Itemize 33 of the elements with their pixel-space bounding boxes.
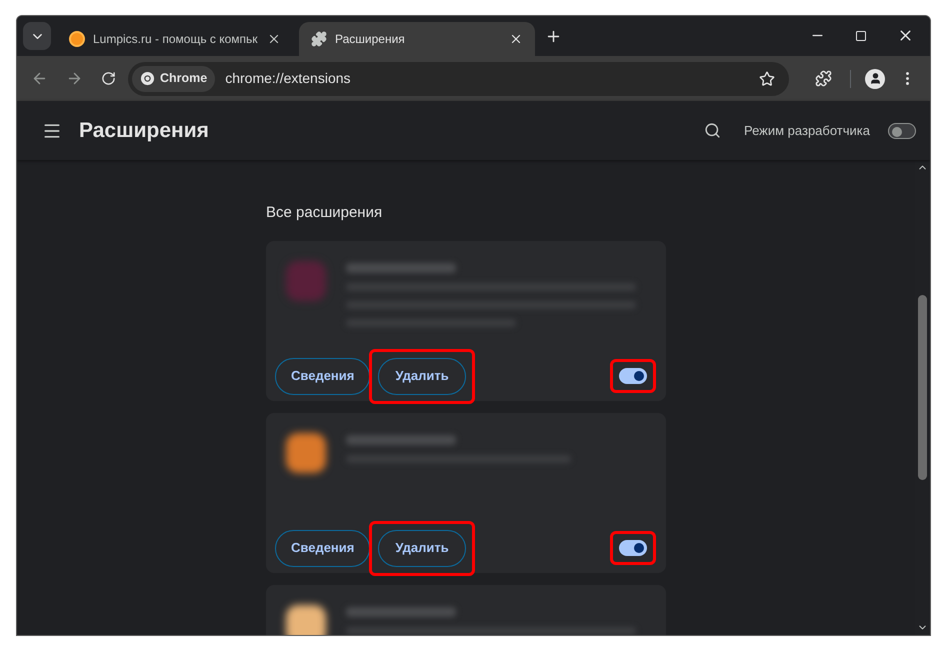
profile-avatar[interactable]: [865, 68, 885, 88]
bookmark-star-icon[interactable]: [759, 70, 775, 86]
extensions-icon[interactable]: [815, 70, 832, 87]
section-title: Все расширения: [266, 203, 384, 223]
site-chip[interactable]: Chrome: [132, 66, 216, 92]
puzzle-icon: [311, 31, 327, 47]
forward-icon[interactable]: [66, 70, 83, 87]
reload-icon[interactable]: [101, 71, 116, 86]
maximize-icon[interactable]: [855, 30, 867, 42]
browser-tab[interactable]: Расширения: [299, 22, 535, 56]
chrome-logo-icon: [140, 71, 155, 86]
url-text: chrome://extensions: [225, 69, 351, 88]
tab-title: Lumpics.ru - помощь с компьк: [93, 31, 259, 48]
details-button[interactable]: Сведения: [275, 530, 370, 566]
toggle-switch[interactable]: [619, 368, 647, 384]
close-icon[interactable]: [509, 32, 523, 46]
site-favicon: [69, 31, 85, 47]
tab-search-button[interactable]: [23, 22, 51, 50]
browser-tab[interactable]: Lumpics.ru - помощь с компьк: [57, 22, 293, 56]
toggle-switch[interactable]: [888, 122, 916, 138]
address-bar[interactable]: Chrome chrome://extensions: [128, 62, 789, 96]
page-title: Расширения: [79, 118, 209, 144]
new-tab-icon[interactable]: [545, 28, 562, 45]
back-icon[interactable]: [31, 70, 48, 87]
search-icon[interactable]: [704, 122, 721, 139]
remove-button[interactable]: Удалить: [378, 530, 466, 566]
remove-button[interactable]: Удалить: [378, 358, 466, 394]
scrollbar-thumb[interactable]: [918, 295, 927, 480]
details-button[interactable]: Сведения: [275, 358, 370, 394]
dev-mode-label: Режим разработчика: [744, 122, 870, 140]
tab-title: Расширения: [335, 31, 406, 48]
close-icon[interactable]: [267, 32, 281, 46]
toggle-switch[interactable]: [619, 540, 647, 556]
